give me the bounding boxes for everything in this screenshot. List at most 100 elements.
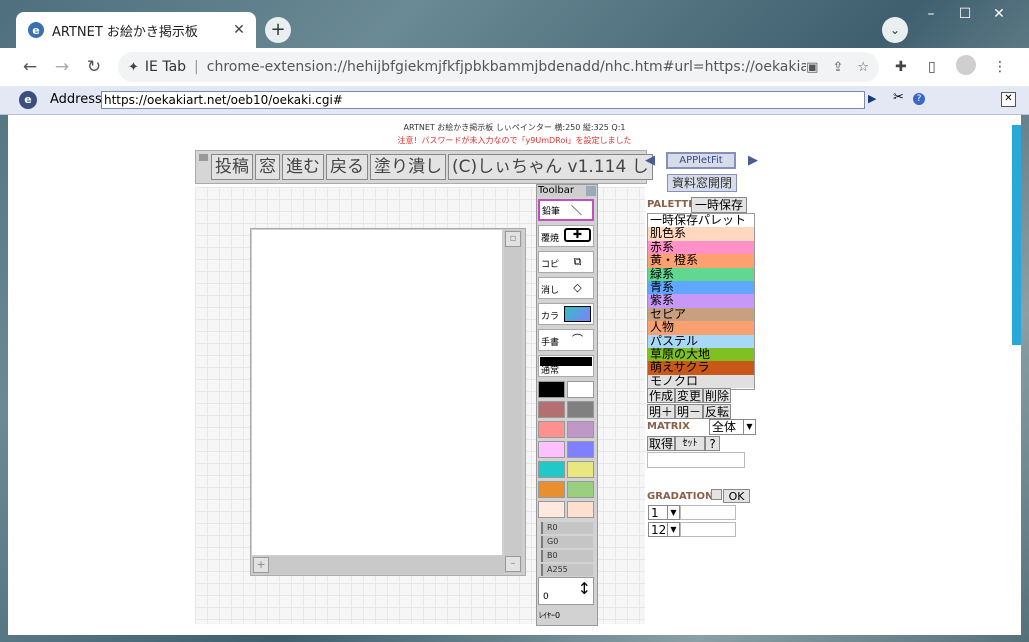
palette-item[interactable]: 黄・橙系	[648, 253, 754, 268]
browser-tab[interactable]: e ARTNET お絵かき掲示板 ✕	[16, 12, 256, 48]
color-swatch[interactable]	[538, 461, 565, 478]
ietab-close-icon[interactable]: ✕	[1001, 92, 1016, 107]
go-icon[interactable]: ▶	[868, 92, 876, 105]
color-swatch[interactable]	[567, 441, 594, 458]
gradation-input-2[interactable]	[680, 522, 736, 537]
palette-list[interactable]: 一時保存パレット 肌色系 赤系 黄・橙系 緑系 青系 紫系 セピア 人物 パステル 草原の大地 萌えサ…	[647, 213, 755, 390]
palette-item[interactable]: 人物	[648, 320, 754, 335]
color-swatch[interactable]	[567, 501, 594, 518]
size-box[interactable]: 0 ↕	[538, 577, 594, 605]
vertical-scrollbar[interactable]: ▫ –	[504, 230, 522, 573]
tool-freehand[interactable]: 手書 ⌒	[538, 329, 594, 351]
slider-b[interactable]: B0	[541, 550, 593, 562]
palette-item[interactable]: 一時保存パレット	[648, 214, 754, 228]
tool-panel-title[interactable]: Toolbar	[537, 185, 597, 197]
color-swatch[interactable]	[538, 501, 565, 518]
scroll-up-icon[interactable]: ▫	[505, 231, 521, 247]
color-swatch[interactable]	[567, 481, 594, 498]
back-button[interactable]: ←	[19, 57, 41, 77]
help-icon[interactable]: ?	[913, 93, 925, 105]
save-temp-button[interactable]: 一時保存	[691, 197, 747, 213]
color-swatch[interactable]	[538, 421, 565, 438]
window-button[interactable]: 窓	[255, 154, 280, 180]
new-tab-button[interactable]: +	[265, 17, 291, 43]
palette-item[interactable]: モノクロ	[648, 374, 754, 389]
size-arrow-icon[interactable]: ↕	[578, 579, 591, 598]
arrow-right-icon[interactable]: ▶	[748, 153, 758, 168]
zoom-plus-icon[interactable]: +	[253, 557, 269, 573]
palette-item[interactable]: 萌えサクラ	[648, 361, 754, 375]
redo-button[interactable]: 進む	[282, 154, 324, 180]
undo-button[interactable]: 戻る	[326, 154, 368, 180]
page-scrollbar-thumb[interactable]	[1012, 125, 1021, 345]
extensions-icon[interactable]: ✚	[895, 59, 907, 75]
palette-change-button[interactable]: 変更	[675, 388, 703, 403]
palette-item[interactable]: パステル	[648, 334, 754, 348]
corner-handle[interactable]	[199, 154, 208, 161]
color-swatch[interactable]	[538, 481, 565, 498]
slider-g[interactable]: G0	[541, 536, 593, 548]
post-button[interactable]: 投稿	[211, 154, 253, 180]
blend-mode[interactable]: 通常	[538, 355, 594, 377]
palette-item[interactable]: 草原の大地	[648, 347, 754, 362]
translate-icon[interactable]: ▣	[806, 60, 818, 75]
menu-icon[interactable]: ⋮	[993, 59, 1007, 75]
brightness-up-button[interactable]: 明＋	[647, 404, 675, 419]
gradation-select-1[interactable]: 1 ▼	[648, 505, 680, 520]
maximize-button[interactable]: ☐	[948, 4, 982, 24]
omnibox[interactable]: ✦ IE Tab | chrome-extension://hehijbfgie…	[118, 52, 879, 82]
color-swatch[interactable]	[567, 461, 594, 478]
color-swatch[interactable]	[567, 381, 594, 398]
matrix-get-button[interactable]: 取得	[647, 436, 675, 451]
color-swatch[interactable]	[538, 381, 565, 398]
tool-panel-close-icon[interactable]	[586, 186, 596, 196]
color-swatch[interactable]	[538, 401, 565, 418]
slider-a[interactable]: A255	[541, 564, 593, 576]
horizontal-scrollbar[interactable]: +	[252, 556, 504, 574]
tab-search-button[interactable]: ⌄	[882, 17, 908, 43]
tool-copy[interactable]: コピ ⧉	[538, 251, 594, 273]
palette-item[interactable]: 肌色系	[648, 227, 754, 241]
color-swatch[interactable]	[567, 421, 594, 438]
gradation-ok-button[interactable]: OK	[723, 489, 750, 503]
palette-item[interactable]: 紫系	[648, 294, 754, 308]
scroll-down-icon[interactable]: –	[505, 556, 521, 572]
fill-button[interactable]: 塗り潰し	[370, 154, 446, 180]
palette-item[interactable]: 緑系	[648, 267, 754, 281]
minimize-button[interactable]: –	[914, 4, 948, 24]
brightness-down-button[interactable]: 明－	[675, 404, 703, 419]
slider-r[interactable]: R0	[541, 522, 593, 534]
reference-window-toggle[interactable]: 資料窓開閉	[667, 174, 737, 192]
tool-eraser[interactable]: 消し ◇	[538, 277, 594, 299]
star-icon[interactable]: ☆	[857, 60, 869, 75]
address-input[interactable]: https://oekakiart.net/oeb10/oekaki.cgi#	[101, 91, 865, 109]
color-swatch[interactable]	[567, 401, 594, 418]
palette-item[interactable]: 青系	[648, 280, 754, 295]
reload-button[interactable]: ↻	[83, 57, 105, 77]
tools-icon[interactable]: ✂	[893, 90, 904, 105]
close-window-button[interactable]: ✕	[982, 4, 1016, 24]
matrix-input[interactable]	[647, 452, 745, 468]
forward-button[interactable]: →	[51, 57, 73, 77]
palette-item[interactable]: セピア	[648, 307, 754, 322]
tool-pencil[interactable]: 鉛筆 ＼	[538, 199, 594, 221]
profile-avatar[interactable]	[956, 55, 976, 75]
matrix-help-button[interactable]: ?	[705, 436, 720, 451]
tab-close-icon[interactable]: ✕	[228, 22, 250, 38]
appletfit-button[interactable]: APPletFit	[666, 152, 736, 169]
drawing-canvas[interactable]	[252, 230, 502, 555]
palette-create-button[interactable]: 作成	[647, 388, 675, 403]
matrix-select[interactable]: 全体 ▼	[709, 419, 756, 435]
gradation-checkbox[interactable]	[711, 489, 722, 500]
sidepanel-icon[interactable]: ▯	[928, 59, 936, 75]
share-icon[interactable]: ⇪	[832, 60, 843, 75]
gradation-select-2[interactable]: 12 ▼	[648, 522, 680, 537]
tool-dodge[interactable]: 覆焼 ✚	[538, 225, 594, 247]
palette-delete-button[interactable]: 削除	[703, 388, 731, 403]
gradation-input-1[interactable]	[680, 505, 736, 520]
color-swatch[interactable]	[538, 441, 565, 458]
omnibox-url[interactable]: chrome-extension://hehijbfgiekmjfkfjpbkb…	[207, 59, 806, 75]
invert-button[interactable]: 反転	[703, 404, 731, 419]
matrix-set-button[interactable]: ｾｯﾄ	[675, 436, 705, 451]
arrow-left-icon[interactable]: ◀	[645, 153, 655, 168]
